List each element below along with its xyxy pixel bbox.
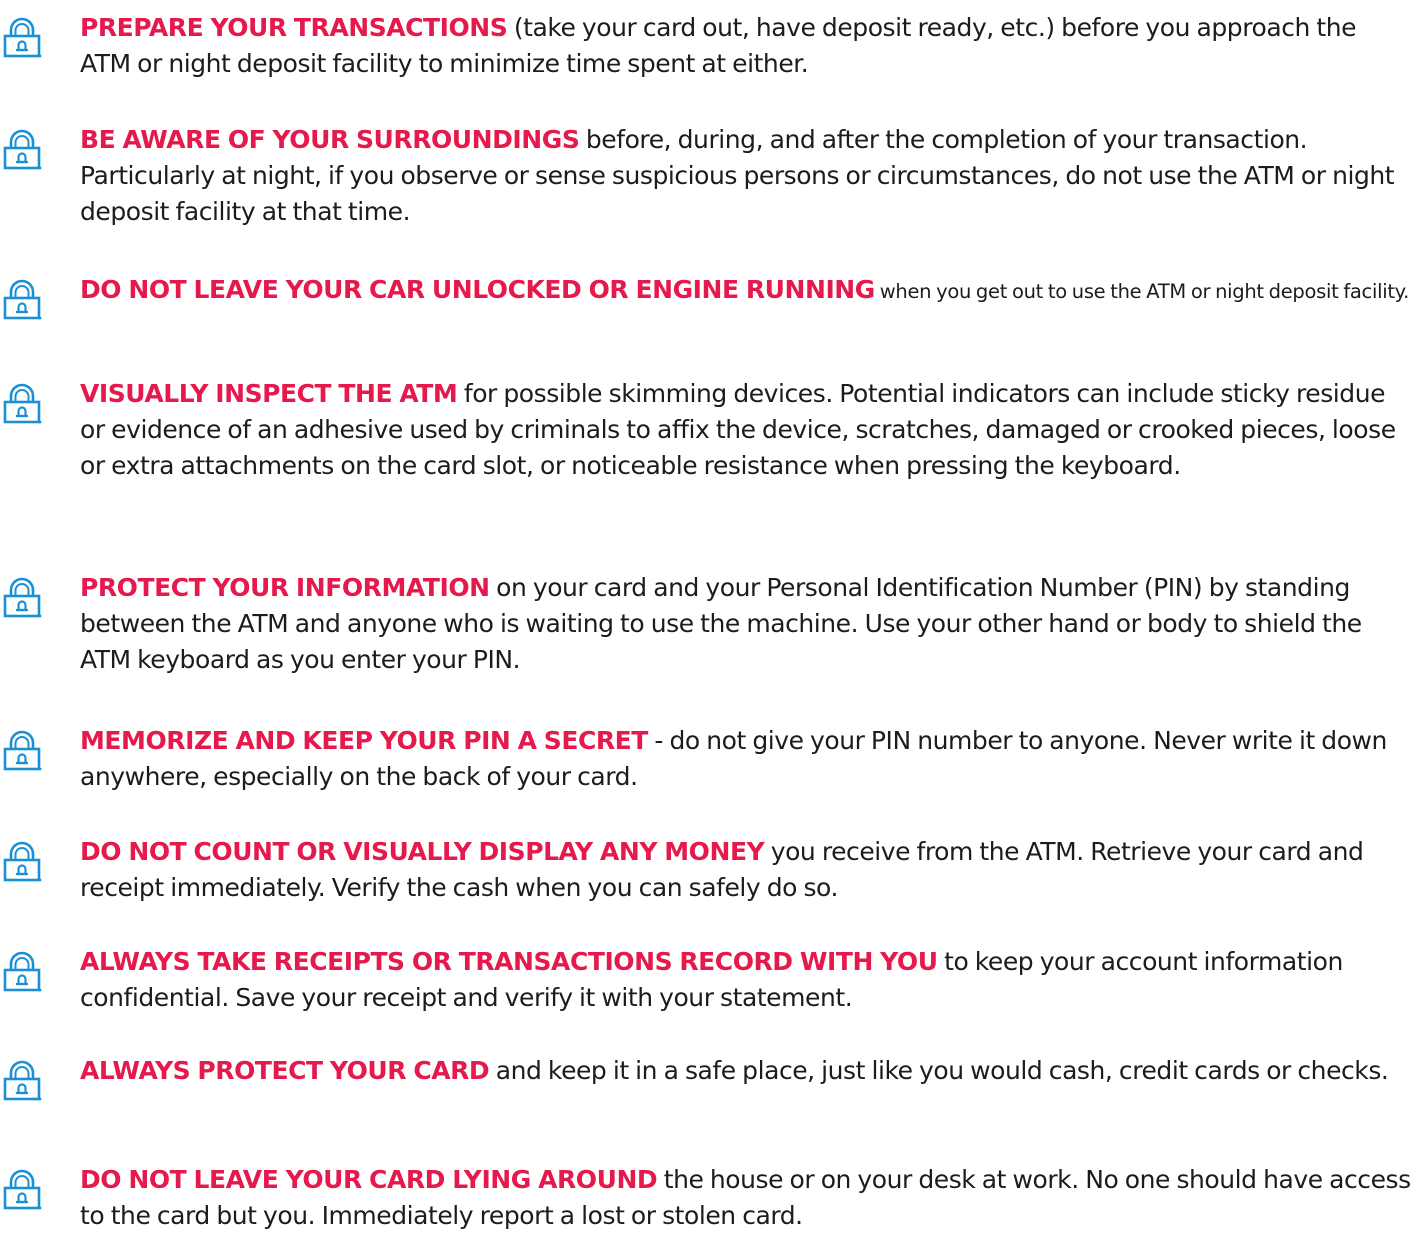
tip-text: BE AWARE OF YOUR SURROUNDINGS before, du… [80,122,1411,230]
tip-text: PREPARE YOUR TRANSACTIONS (take your car… [80,10,1411,82]
tip-body: when you get out to use the ATM or night… [874,280,1410,303]
tip-heading: ALWAYS PROTECT YOUR CARD [80,1056,490,1085]
tip-text: PROTECT YOUR INFORMATION on your card an… [80,570,1411,678]
tip-heading: ALWAYS TAKE RECEIPTS OR TRANSACTIONS REC… [80,947,938,976]
tip-text: DO NOT LEAVE YOUR CARD LYING AROUND the … [80,1162,1411,1234]
padlock-icon [2,950,42,994]
padlock-icon [2,128,42,172]
tip-text: DO NOT LEAVE YOUR CAR UNLOCKED OR ENGINE… [80,274,1411,308]
padlock-icon [2,1168,42,1212]
tip-heading: DO NOT COUNT OR VISUALLY DISPLAY ANY MON… [80,837,765,866]
tip-text: DO NOT COUNT OR VISUALLY DISPLAY ANY MON… [80,834,1411,906]
padlock-icon [2,1059,42,1103]
tip-text: MEMORIZE AND KEEP YOUR PIN A SECRET - do… [80,723,1411,795]
tip-body: and keep it in a safe place, just like y… [489,1056,1389,1085]
tip-text: ALWAYS TAKE RECEIPTS OR TRANSACTIONS REC… [80,944,1411,1016]
tip-heading: PREPARE YOUR TRANSACTIONS [80,13,508,42]
tip-heading: VISUALLY INSPECT THE ATM [80,379,458,408]
padlock-icon [2,382,42,426]
tip-text: ALWAYS PROTECT YOUR CARD and keep it in … [80,1053,1411,1089]
tip-heading: BE AWARE OF YOUR SURROUNDINGS [80,125,580,154]
padlock-icon [2,840,42,884]
tip-heading: MEMORIZE AND KEEP YOUR PIN A SECRET [80,726,648,755]
padlock-icon [2,729,42,773]
tip-heading: PROTECT YOUR INFORMATION [80,573,490,602]
tip-heading: DO NOT LEAVE YOUR CAR UNLOCKED OR ENGINE… [80,275,875,304]
padlock-icon [2,16,42,60]
tip-heading: DO NOT LEAVE YOUR CARD LYING AROUND [80,1165,658,1194]
padlock-icon [2,278,42,322]
tip-text: VISUALLY INSPECT THE ATM for possible sk… [80,376,1411,484]
padlock-icon [2,576,42,620]
